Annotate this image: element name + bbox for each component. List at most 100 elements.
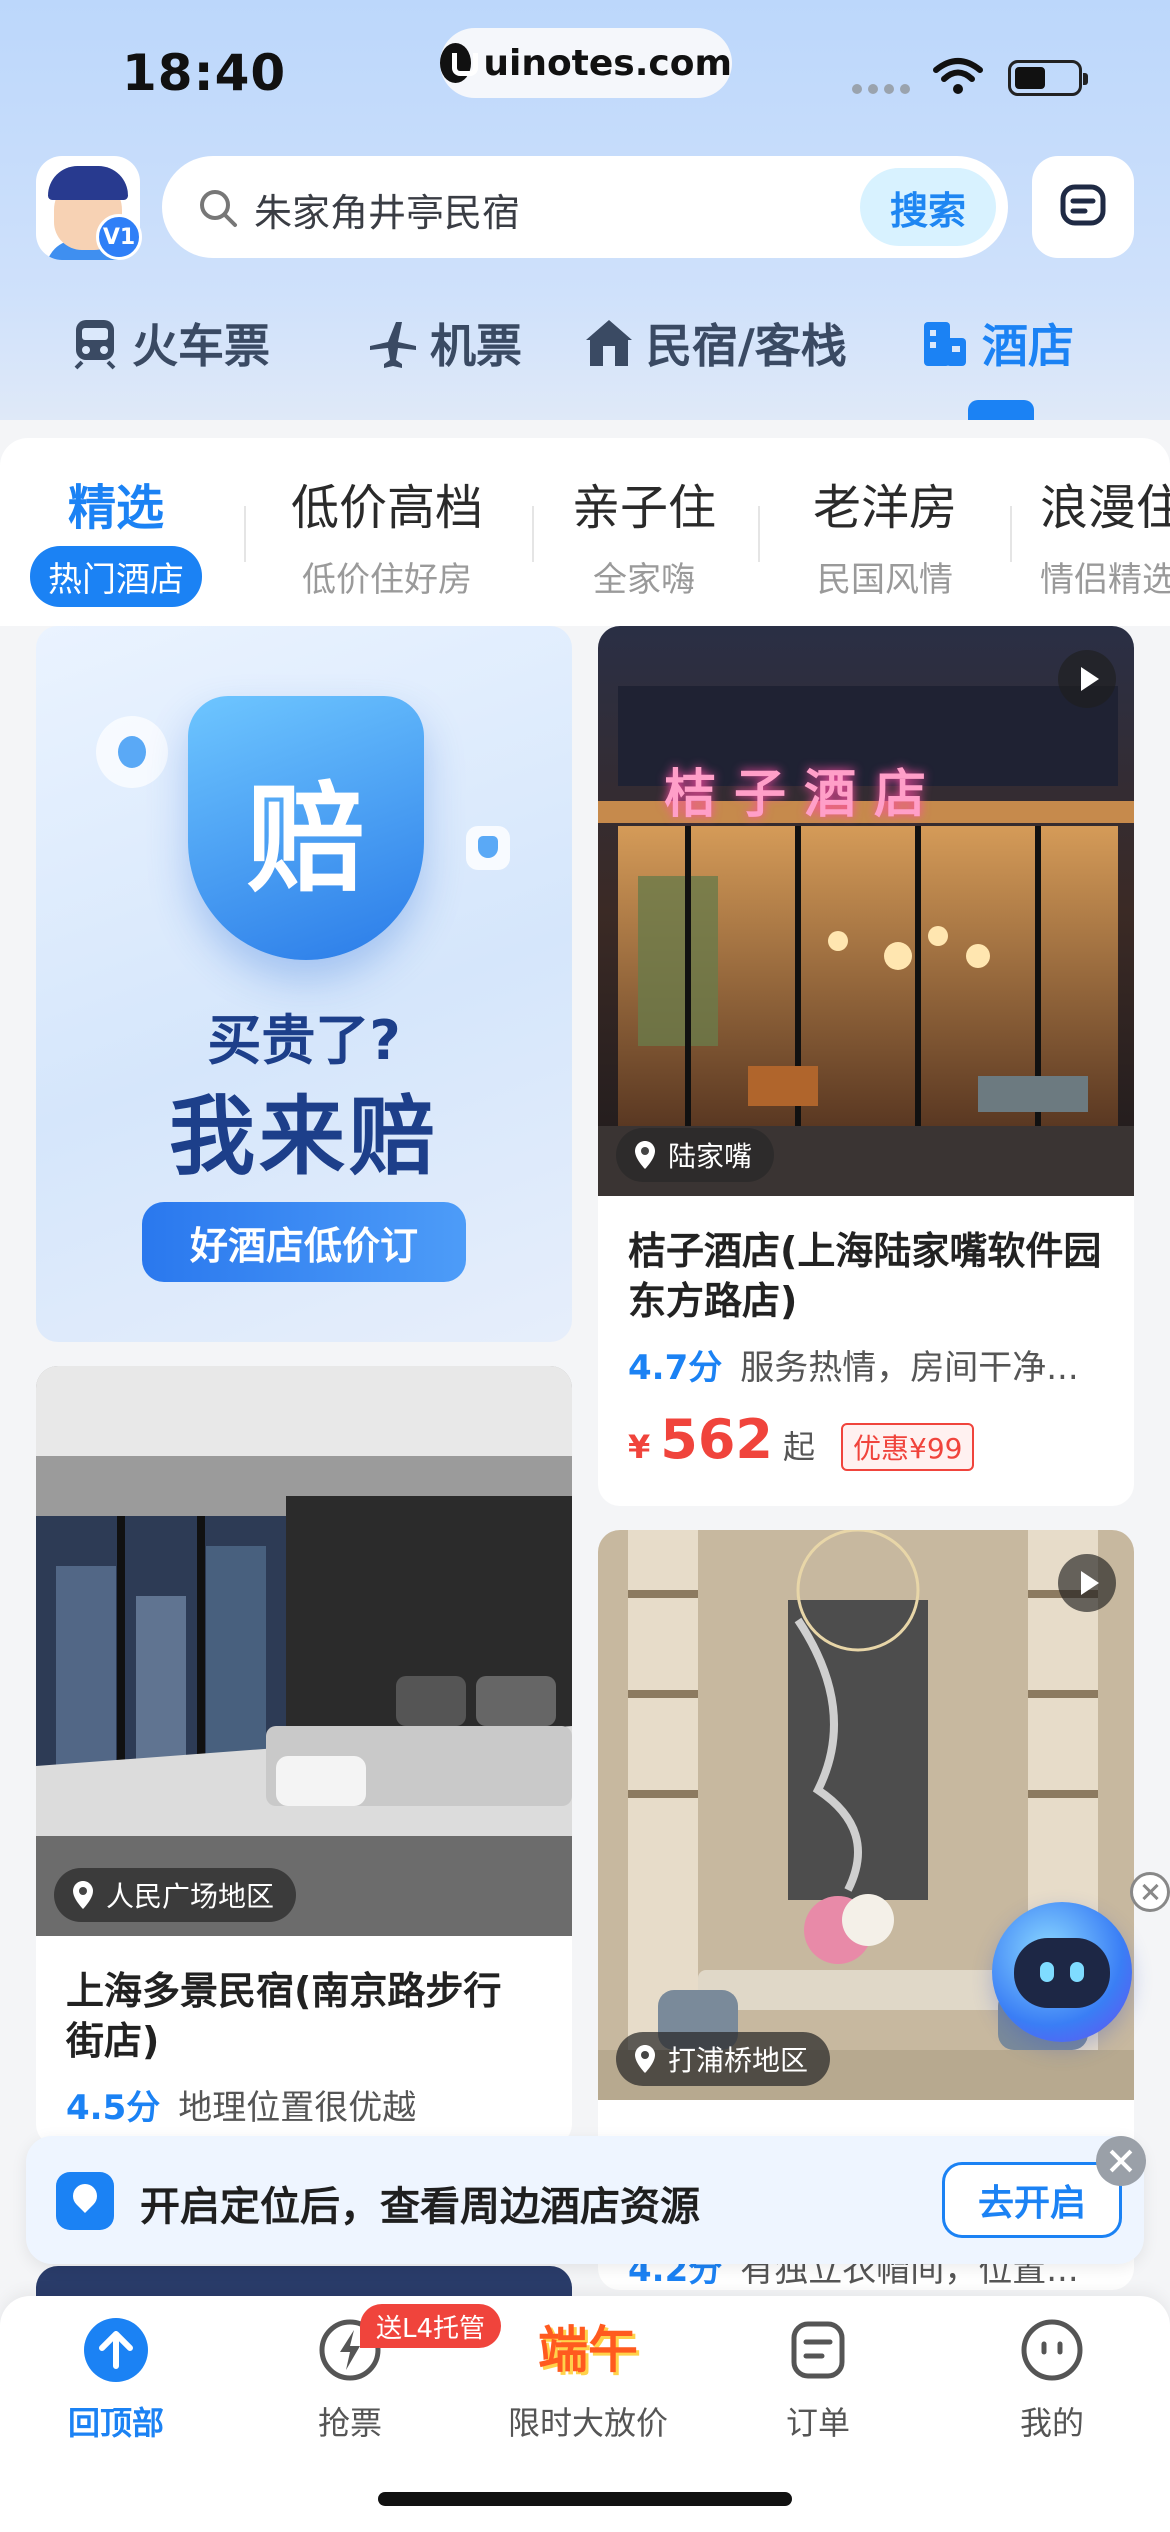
location-tag: 陆家嘴 (616, 1128, 775, 1182)
price-suffix: 起 (783, 1428, 816, 1466)
divider (758, 506, 760, 562)
hotel-photo: 桔子酒店 (598, 626, 1134, 1196)
subtab-featured[interactable]: 精选 热门酒店 (26, 468, 206, 607)
subtab-title: 老洋房 (812, 480, 957, 536)
location-text: 陆家嘴 (668, 1140, 753, 1173)
subtab-subtitle: 民国风情 (817, 560, 953, 600)
nav-back-to-top[interactable]: 回顶部 (16, 2316, 216, 2444)
subtab-family[interactable]: 亲子住 全家嗨 (552, 468, 736, 601)
enable-location-button[interactable]: 去开启 (942, 2162, 1122, 2238)
profile-icon (1018, 2316, 1086, 2384)
home-indicator (378, 2492, 792, 2506)
location-text: 人民广场地区 (106, 1880, 275, 1913)
nav-orders[interactable]: 订单 (718, 2316, 918, 2444)
status-bar: 18:40 uinotes.com (0, 0, 1170, 150)
order-icon (784, 2316, 852, 2384)
nav-label: 限时大放价 (507, 2404, 668, 2442)
shield-check-icon (466, 826, 510, 870)
nav-label: 订单 (785, 2404, 850, 2442)
sub-tab-bar: 精选 热门酒店 低价高档 低价住好房 亲子住 全家嗨 老洋房 民国风情 浪漫住 … (0, 438, 1170, 626)
location-pin-icon (635, 2045, 655, 2073)
hotel-icon (924, 322, 966, 366)
subtab-title: 亲子住 (571, 480, 716, 536)
plane-icon (370, 322, 416, 368)
rating-row: 4.7分 服务热情，房间干净... (628, 1340, 1108, 1389)
search-input[interactable]: 朱家角井亭民宿 搜索 (162, 156, 1008, 258)
rating-row: 4.5分 地理位置很优越 (66, 2080, 546, 2129)
close-assistant-icon[interactable] (1130, 1872, 1170, 1912)
duanwu-art-text: 端午 (538, 2321, 638, 2379)
url-pill[interactable]: uinotes.com (440, 28, 732, 98)
promo-slogan: 我来赔 (169, 1087, 439, 1187)
subtab-romantic[interactable]: 浪漫住 情侣精选 (1040, 468, 1170, 601)
hotel-name: 上海多景民宿(南京路步行街店) (66, 1969, 502, 2063)
subtab-budget-luxury[interactable]: 低价高档 低价住好房 (272, 468, 502, 601)
play-video-icon[interactable] (1058, 650, 1116, 708)
tab-homestay[interactable]: 民宿/客栈 (582, 308, 847, 378)
subtab-subtitle: 热门酒店 (30, 546, 202, 607)
divider (244, 506, 246, 562)
tab-hotel-label: 酒店 (982, 319, 1074, 373)
location-pin-icon (635, 1141, 655, 1169)
nav-profile[interactable]: 我的 (952, 2316, 1152, 2444)
subtab-subtitle: 全家嗨 (593, 560, 695, 600)
hotel-price: 562 (660, 1408, 773, 1471)
close-banner-icon[interactable] (1096, 2136, 1146, 2186)
site-logo-icon (440, 43, 479, 83)
nav-label: 我的 (1019, 2404, 1084, 2442)
tab-train-label: 火车票 (132, 319, 270, 373)
price-row: ¥ 562 起 优惠¥99 (628, 1408, 975, 1471)
nav-flash-sale[interactable]: 端午 限时大放价 (488, 2316, 688, 2444)
tab-flight[interactable]: 机票 (366, 308, 522, 378)
promo-button[interactable]: 好酒店低价订 (142, 1202, 466, 1282)
status-time: 18:40 (122, 44, 287, 102)
hotel-score: 4.5分 (66, 2088, 161, 2128)
hotel-name: 桔子酒店(上海陆家嘴软件园东方路店) (628, 1229, 1102, 1323)
wifi-icon (933, 58, 983, 94)
location-icon (56, 2172, 114, 2230)
hotel-review: 地理位置很优越 (178, 2088, 417, 2128)
location-tag: 打浦桥地区 (616, 2032, 831, 2086)
ai-assistant-icon[interactable] (992, 1902, 1132, 2042)
hotel-sign: 桔子酒店 (664, 765, 945, 825)
tab-homestay-label: 民宿/客栈 (646, 319, 847, 373)
subtab-title: 精选 (67, 480, 164, 536)
message-button[interactable] (1032, 156, 1134, 258)
subtab-title: 低价高档 (290, 480, 483, 536)
message-icon (1060, 184, 1106, 226)
drop-icon (96, 716, 168, 788)
divider (532, 506, 534, 562)
nav-label: 抢票 (317, 2404, 382, 2442)
tab-flight-label: 机票 (430, 319, 522, 373)
hotel-photo (36, 1366, 572, 1936)
location-text: 打浦桥地区 (668, 2044, 809, 2077)
subtab-subtitle: 低价住好房 (302, 560, 472, 600)
nav-label: 回顶部 (67, 2404, 164, 2442)
hotel-card[interactable]: 人民广场地区 上海多景民宿(南京路步行街店) 4.5分 地理位置很优越 (36, 1366, 572, 2146)
discount-badge: 优惠¥99 (841, 1423, 975, 1471)
subtab-subtitle: 情侣精选 (1040, 560, 1170, 600)
currency-symbol: ¥ (628, 1428, 651, 1466)
search-placeholder: 朱家角井亭民宿 (254, 191, 521, 235)
battery-icon (1008, 60, 1088, 96)
hotel-review: 服务热情，房间干净... (740, 1348, 1079, 1388)
subtab-title: 浪漫住 (1040, 480, 1170, 536)
location-banner-text: 开启定位后，查看周边酒店资源 (140, 2184, 700, 2230)
active-tab-indicator (968, 400, 1034, 420)
nav-promo-badge: 送L4托管 (360, 2304, 502, 2348)
search-icon (200, 190, 237, 227)
subtab-old-villa[interactable]: 老洋房 民国风情 (790, 468, 980, 601)
promo-headline: 买贵了? (207, 1009, 401, 1072)
hotel-score: 4.7分 (628, 1348, 723, 1388)
tab-hotel[interactable]: 酒店 (918, 308, 1074, 378)
tab-train[interactable]: 火车票 (68, 308, 270, 378)
level-badge: V1 (96, 214, 142, 260)
location-permission-banner: 开启定位后，查看周边酒店资源 去开启 (26, 2136, 1144, 2264)
train-icon (74, 320, 116, 370)
divider (1010, 506, 1012, 562)
price-guarantee-card[interactable]: 赔 买贵了? 我来赔 好酒店低价订 (36, 626, 572, 1342)
hotel-card[interactable]: 桔子酒店 陆家嘴 桔子酒店(上海陆家嘴软件园东方路店) 4.7分 服务热情，房间干… (598, 626, 1134, 1506)
play-video-icon[interactable] (1058, 1554, 1116, 1612)
url-text: uinotes.com (483, 42, 732, 84)
search-button[interactable]: 搜索 (860, 168, 996, 246)
